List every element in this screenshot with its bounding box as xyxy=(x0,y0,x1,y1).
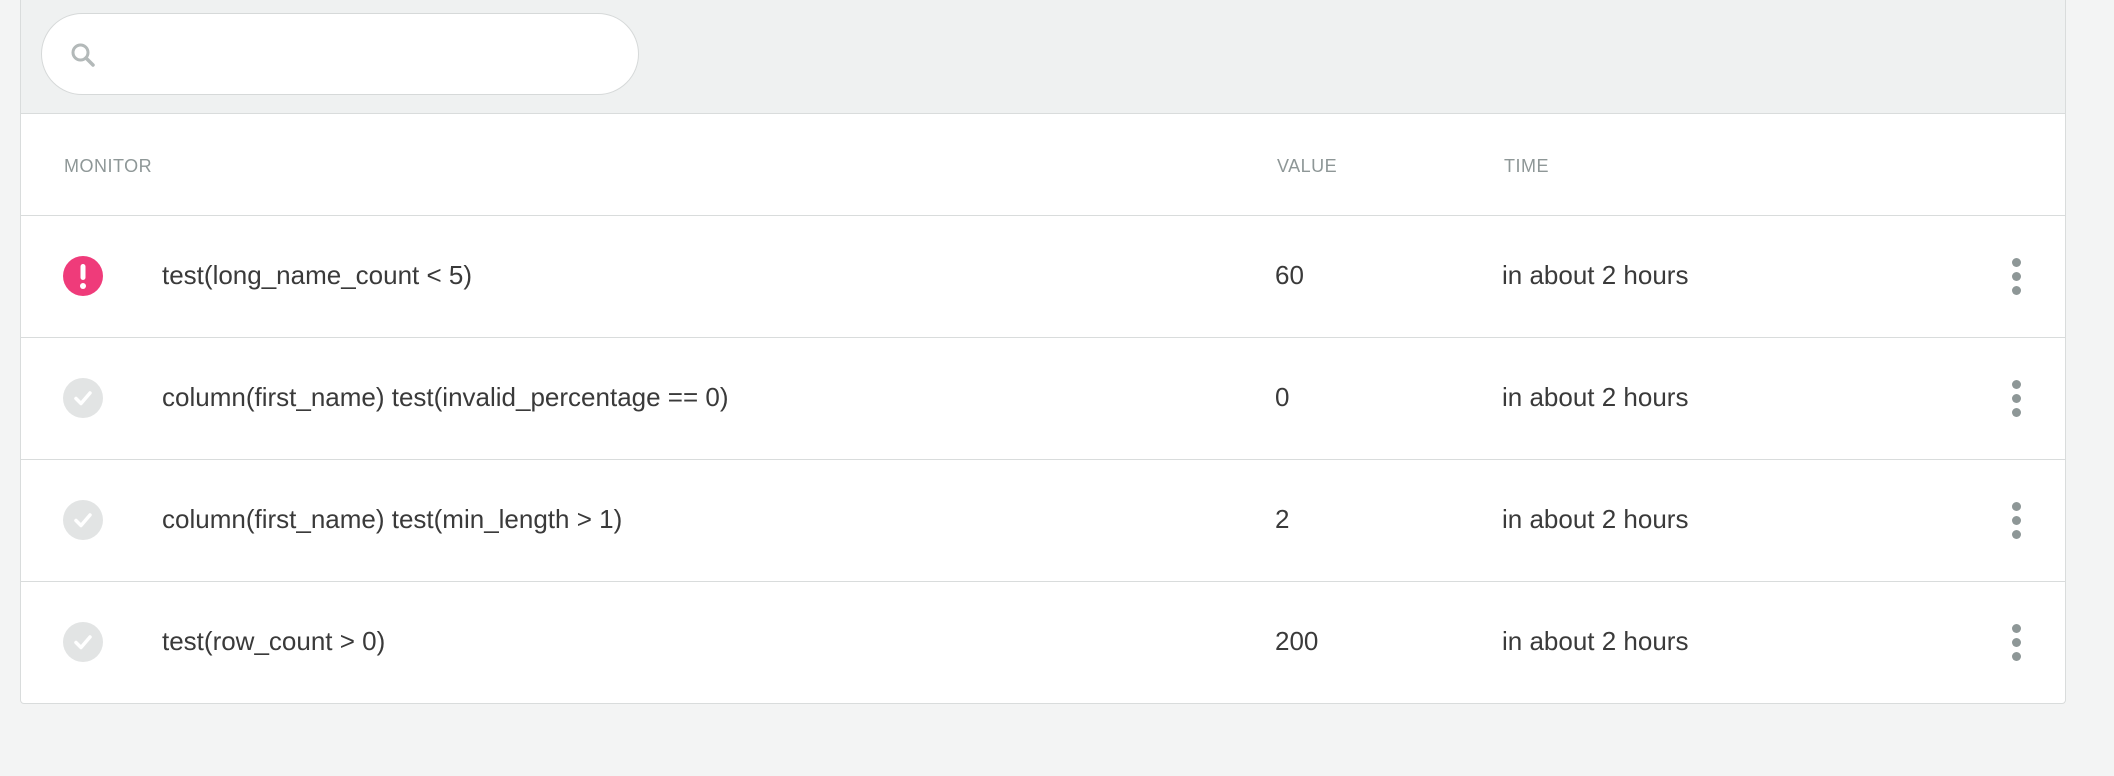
column-header-value: VALUE xyxy=(1277,156,1338,176)
check-icon xyxy=(63,378,103,418)
monitor-time: in about 2 hours xyxy=(1502,382,1689,412)
monitor-name: column(first_name) test(min_length > 1) xyxy=(162,504,623,534)
table-header: MONITOR VALUE TIME xyxy=(21,114,2065,216)
search-icon xyxy=(70,42,96,68)
more-options-icon[interactable] xyxy=(2005,620,2029,666)
monitor-name: column(first_name) test(invalid_percenta… xyxy=(162,382,729,412)
monitor-name: test(long_name_count < 5) xyxy=(162,260,473,290)
table-row[interactable]: test(long_name_count < 5) 60 in about 2 … xyxy=(21,216,2065,338)
more-options-icon[interactable] xyxy=(2005,376,2029,422)
monitors-panel: MONITOR VALUE TIME test(long_name_count … xyxy=(20,0,2066,704)
search-box[interactable] xyxy=(41,13,639,95)
search-bar xyxy=(21,0,2065,114)
more-options-icon[interactable] xyxy=(2005,254,2029,300)
check-icon xyxy=(63,622,103,662)
table-row[interactable]: column(first_name) test(invalid_percenta… xyxy=(21,338,2065,460)
check-icon xyxy=(63,500,103,540)
monitor-time: in about 2 hours xyxy=(1502,504,1689,534)
monitor-value: 0 xyxy=(1275,382,1290,412)
monitor-value: 200 xyxy=(1275,626,1319,656)
monitor-value: 2 xyxy=(1275,504,1290,534)
exclamation-icon xyxy=(63,256,103,296)
column-header-time: TIME xyxy=(1504,156,1549,176)
more-options-icon[interactable] xyxy=(2005,498,2029,544)
search-input[interactable] xyxy=(112,28,616,82)
monitor-name: test(row_count > 0) xyxy=(162,626,386,656)
monitor-value: 60 xyxy=(1275,260,1304,290)
column-header-monitor: MONITOR xyxy=(64,156,153,176)
monitor-time: in about 2 hours xyxy=(1502,626,1689,656)
table-row[interactable]: test(row_count > 0) 200 in about 2 hours xyxy=(21,582,2065,704)
table-row[interactable]: column(first_name) test(min_length > 1) … xyxy=(21,460,2065,582)
monitor-time: in about 2 hours xyxy=(1502,260,1689,290)
